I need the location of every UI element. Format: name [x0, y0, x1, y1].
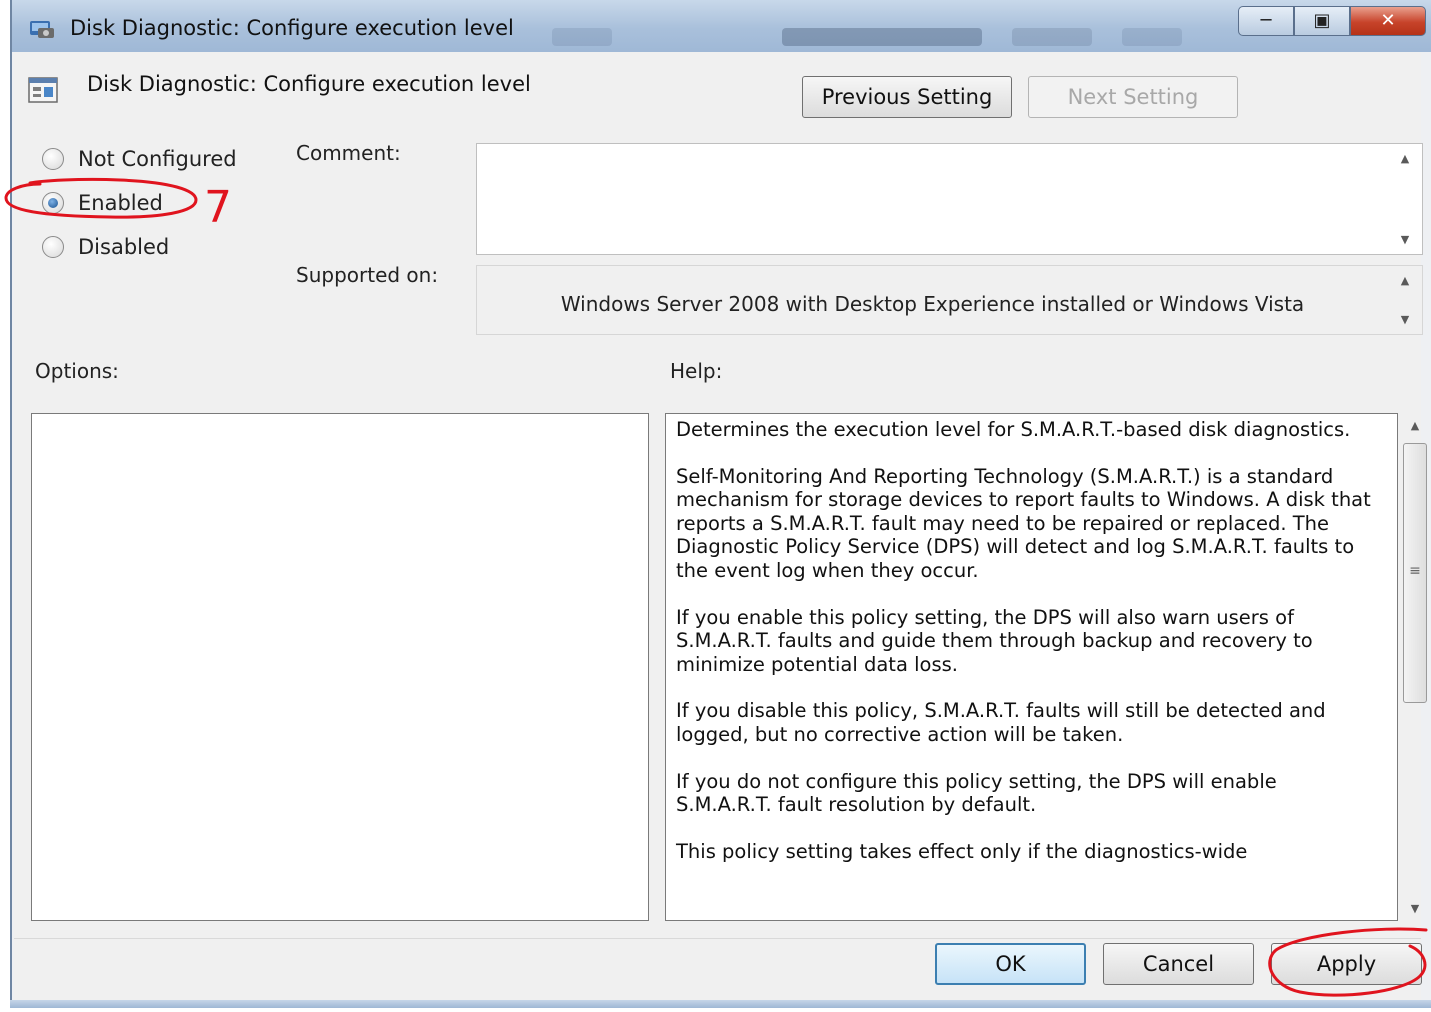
radio-not-configured[interactable]: Not Configured	[42, 147, 237, 171]
help-paragraph: If you enable this policy setting, the D…	[676, 605, 1313, 676]
window-title: Disk Diagnostic: Configure execution lev…	[70, 16, 514, 40]
supported-on-value: Windows Server 2008 with Desktop Experie…	[560, 292, 1305, 316]
help-paragraph: If you disable this policy, S.M.A.R.T. f…	[676, 699, 1326, 746]
scroll-down-icon[interactable]: ▼	[1400, 902, 1430, 915]
next-setting-button[interactable]: Next Setting	[1028, 76, 1238, 118]
minimize-icon: ─	[1260, 10, 1272, 31]
supported-on-field: Windows Server 2008 with Desktop Experie…	[476, 265, 1423, 335]
scroll-down-icon[interactable]: ▼	[1388, 233, 1422, 246]
radio-button[interactable]	[42, 192, 64, 214]
radio-label: Disabled	[78, 235, 170, 259]
help-scrollbar[interactable]: ▲ ≡ ▼	[1400, 413, 1430, 921]
help-paragraph: If you do not configure this policy sett…	[676, 769, 1277, 817]
scroll-up-icon[interactable]: ▲	[1400, 419, 1430, 432]
maximize-button[interactable]: ▣	[1294, 6, 1350, 36]
help-paragraph: This policy setting takes effect only if…	[676, 839, 1248, 863]
scroll-up-icon[interactable]: ▲	[1388, 152, 1422, 165]
comment-field[interactable]: ▲ ▼	[476, 143, 1423, 255]
background-blur	[1122, 28, 1182, 46]
scroll-up-icon[interactable]: ▲	[1388, 274, 1422, 287]
footer-divider	[14, 938, 1421, 939]
supported-on-label: Supported on:	[296, 263, 439, 287]
background-blur	[552, 28, 612, 46]
comment-scrollbar[interactable]: ▲ ▼	[1388, 144, 1422, 254]
help-text: Determines the execution level for S.M.A…	[676, 418, 1376, 886]
radio-button[interactable]	[42, 148, 64, 170]
scroll-thumb[interactable]: ≡	[1403, 443, 1427, 703]
minimize-button[interactable]: ─	[1238, 6, 1294, 36]
previous-setting-button[interactable]: Previous Setting	[802, 76, 1012, 118]
radio-enabled[interactable]: Enabled	[42, 191, 163, 215]
cancel-button[interactable]: Cancel	[1103, 943, 1254, 985]
help-pane[interactable]: Determines the execution level for S.M.A…	[665, 413, 1398, 921]
ok-button[interactable]: OK	[935, 943, 1086, 985]
supported-scrollbar[interactable]: ▲ ▼	[1388, 266, 1422, 334]
disk-diagnostic-icon	[30, 21, 54, 38]
help-label: Help:	[670, 359, 723, 383]
radio-button[interactable]	[42, 236, 64, 258]
radio-label: Enabled	[78, 191, 163, 215]
setting-heading: Disk Diagnostic: Configure execution lev…	[87, 72, 531, 96]
radio-disabled[interactable]: Disabled	[42, 235, 169, 259]
window-bottom-edge	[10, 1000, 1431, 1008]
options-label: Options:	[35, 359, 119, 383]
background-blur	[1012, 28, 1092, 46]
radio-label: Not Configured	[78, 147, 237, 171]
close-icon: ✕	[1380, 10, 1396, 31]
grip-icon: ≡	[1409, 563, 1421, 579]
background-blur	[782, 28, 982, 46]
options-pane	[31, 413, 649, 921]
policy-setting-icon	[28, 77, 58, 103]
title-bar[interactable]: Disk Diagnostic: Configure execution lev…	[12, 0, 1431, 52]
scroll-down-icon[interactable]: ▼	[1388, 313, 1422, 326]
help-paragraph: Determines the execution level for S.M.A…	[676, 418, 1351, 441]
close-button[interactable]: ✕	[1350, 6, 1426, 36]
apply-button[interactable]: Apply	[1271, 943, 1422, 985]
maximize-icon: ▣	[1313, 10, 1331, 31]
help-paragraph: Self-Monitoring And Reporting Technology…	[676, 464, 1371, 582]
comment-label: Comment:	[296, 141, 401, 165]
